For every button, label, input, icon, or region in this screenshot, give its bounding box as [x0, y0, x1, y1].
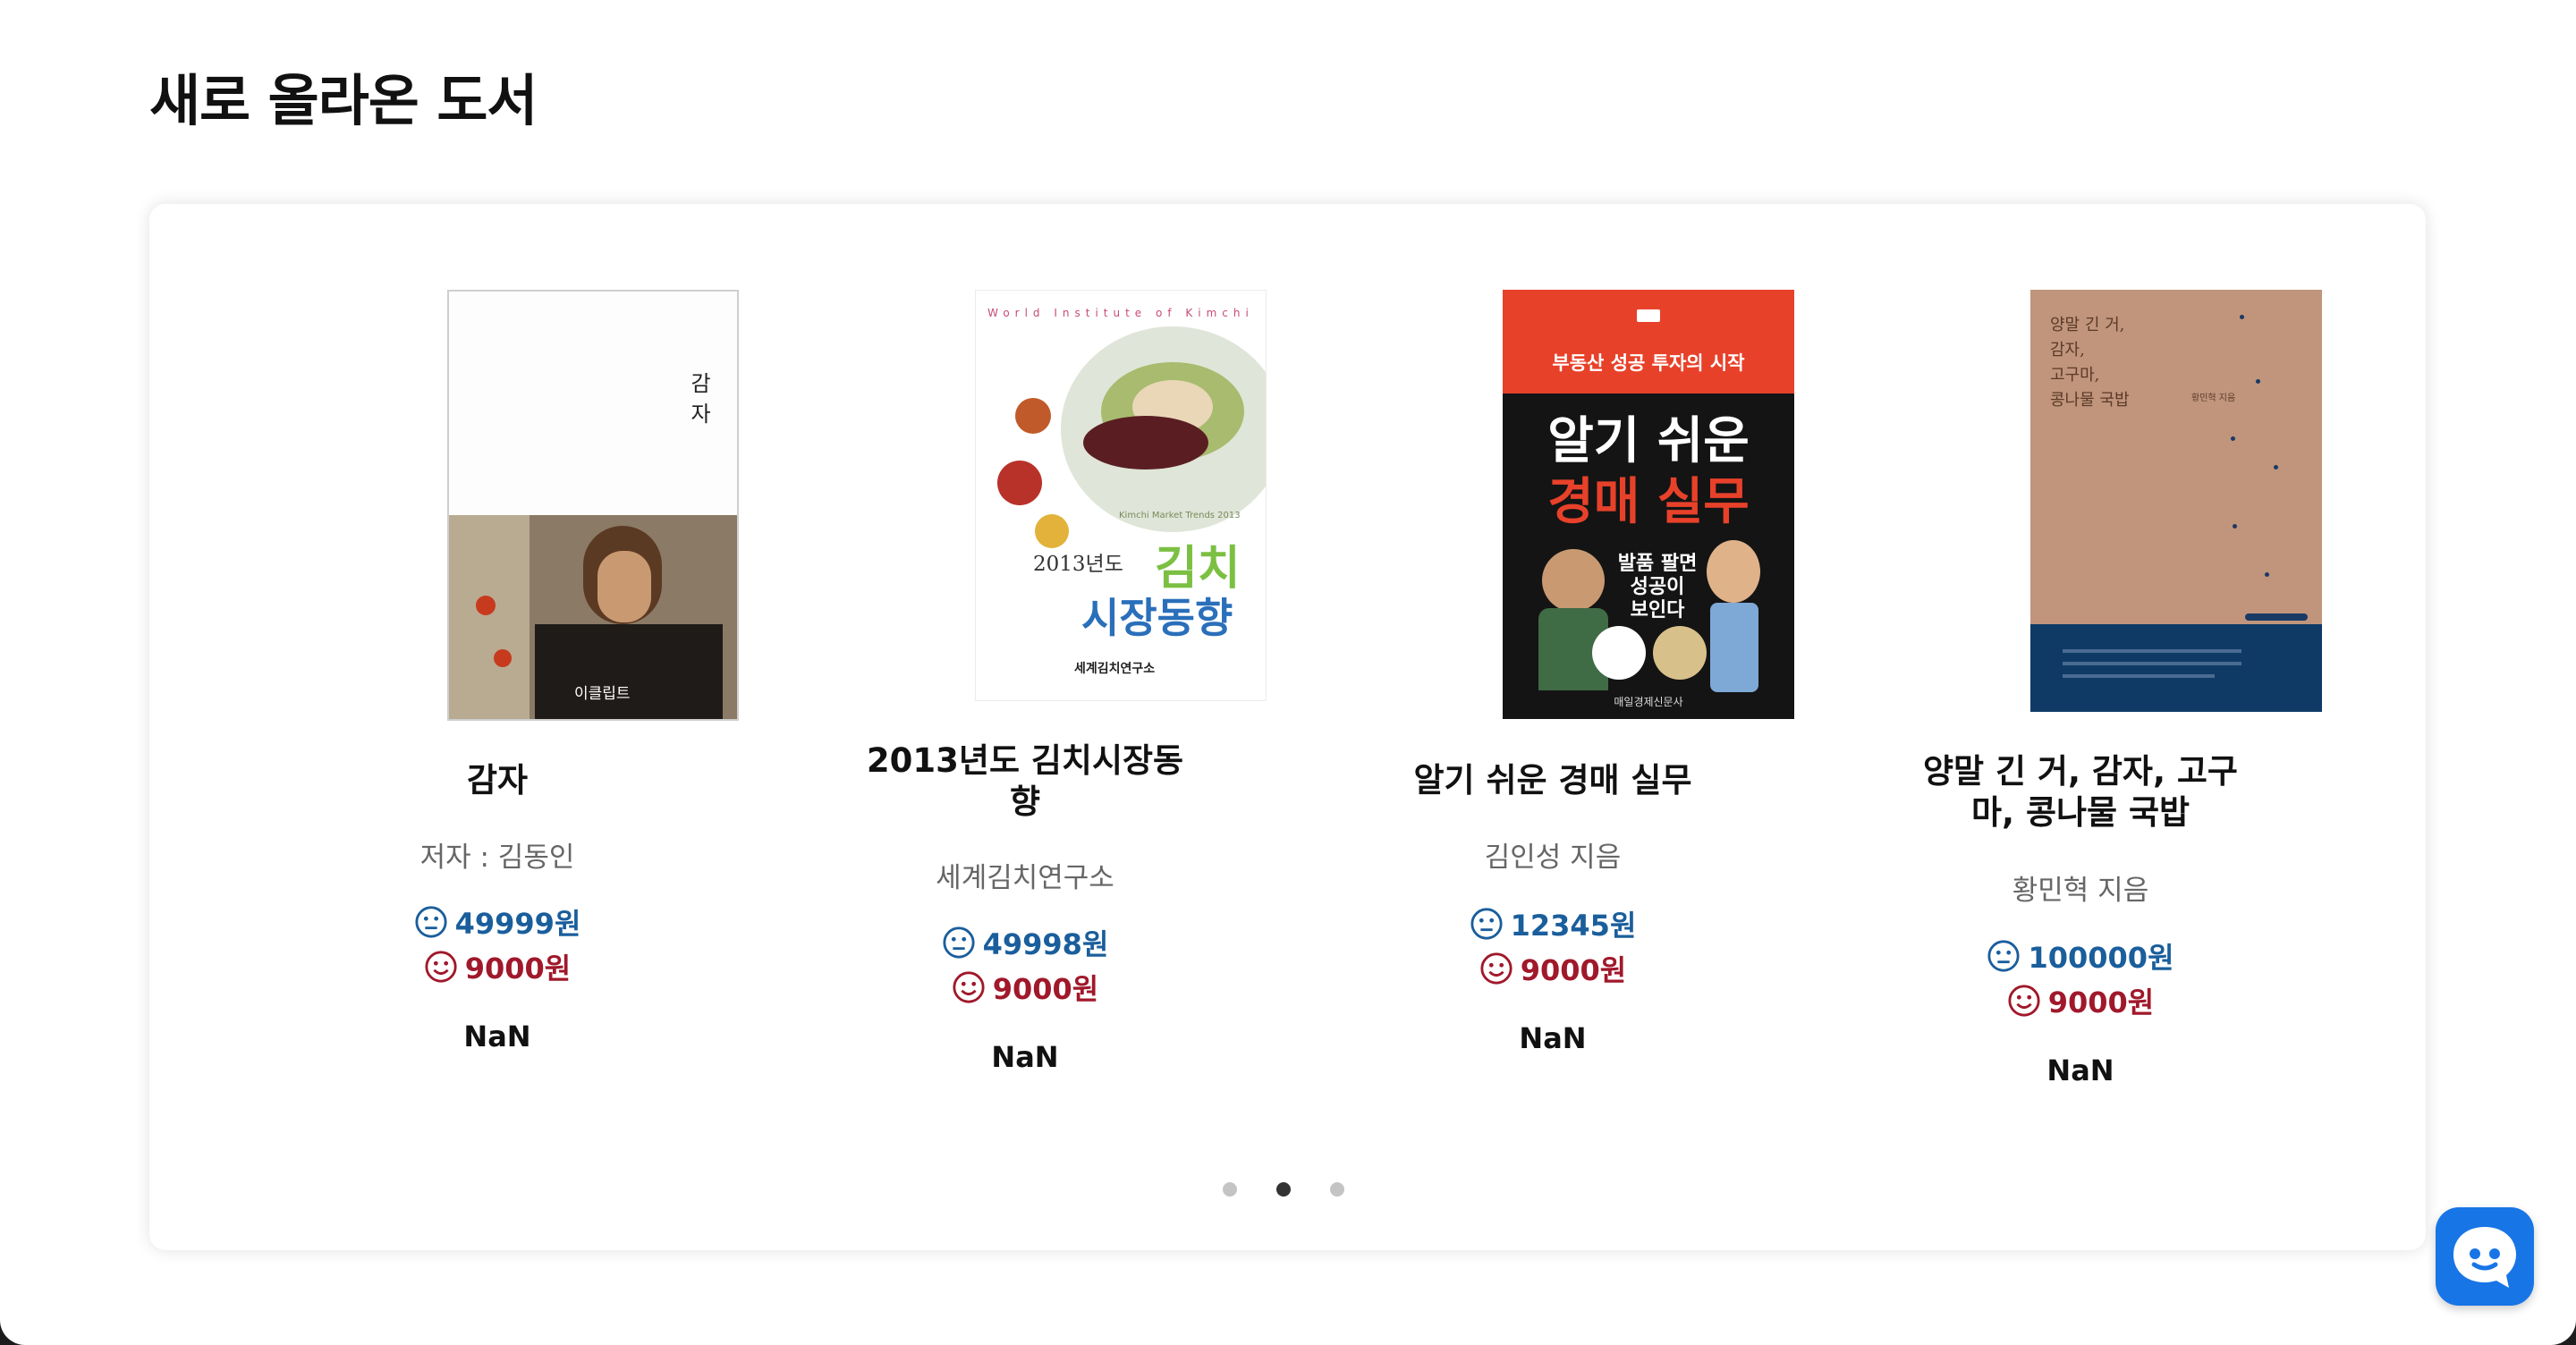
- list-price: 49998원: [775, 922, 1275, 963]
- smiley-face-icon: [2008, 985, 2040, 1017]
- sale-price-value: 9000원: [1520, 953, 1627, 987]
- book-card[interactable]: 양말 긴 거, 감자, 고구마, 콩나물 국밥 황민혁 지음 양말 긴 거, 감…: [1830, 204, 2331, 1098]
- book-cover-kimchi[interactable]: World Institute of Kimchi Kimchi Market …: [975, 290, 1267, 701]
- book-cover-potato[interactable]: 감자 이클립트: [447, 290, 739, 721]
- list-price: 49999원: [247, 901, 748, 943]
- book-title[interactable]: 감자: [247, 760, 748, 801]
- book-author: 세계김치연구소: [936, 862, 1114, 894]
- list-price-value: 49998원: [982, 927, 1109, 961]
- list-price-value: 12345원: [1510, 909, 1637, 943]
- book-carousel: 감자 이클립트 감자 저자 : 김동인 49999원 9000원 NaN Wor…: [149, 204, 2426, 1250]
- neutral-face-icon: [943, 926, 975, 959]
- cover-publisher: 세계김치연구소: [1074, 662, 1156, 676]
- carousel-dot-2[interactable]: [1276, 1182, 1291, 1197]
- cover-year-text: 2013년도: [1033, 553, 1123, 576]
- book-cover-auction[interactable]: 부동산 성공 투자의 시작 알기 쉬운 경매 실무 발품 팔면 성공이 보인다 …: [1503, 290, 1794, 719]
- cover-title-text: 감자: [686, 372, 711, 433]
- cover-top-text: World Institute of Kimchi: [987, 307, 1254, 319]
- cover-line3: 고구마,: [2050, 366, 2100, 385]
- sale-price: 9000원: [1830, 980, 2331, 1021]
- section-title: 새로 올라온 도서: [149, 68, 538, 133]
- rating: NaN: [1519, 1021, 1587, 1055]
- book-author: 황민혁 지음: [2012, 875, 2149, 907]
- sale-price-value: 9000원: [2047, 985, 2155, 1019]
- neutral-face-icon: [1987, 940, 2021, 972]
- cover-line1: 양말 긴 거,: [2050, 316, 2125, 334]
- cover-banner: 부동산 성공 투자의 시작: [1552, 352, 1745, 374]
- list-price: 12345원: [1302, 903, 1803, 944]
- book-card[interactable]: 부동산 성공 투자의 시작 알기 쉬운 경매 실무 발품 팔면 성공이 보인다 …: [1302, 204, 1803, 1098]
- book-title[interactable]: 2013년도 김치시장동향: [775, 740, 1275, 823]
- sale-price: 9000원: [247, 946, 748, 987]
- carousel-dot-3[interactable]: [1330, 1182, 1344, 1197]
- sale-price: 9000원: [1302, 948, 1803, 989]
- smiley-face-icon: [425, 951, 457, 983]
- cover-author-small: 황민혁 지음: [2191, 393, 2236, 403]
- neutral-face-icon: [1470, 908, 1503, 940]
- cover-bubble-line1: 발품 팔면: [1617, 553, 1698, 575]
- book-card[interactable]: World Institute of Kimchi Kimchi Market …: [775, 204, 1275, 1098]
- book-author: 김인성 지음: [1484, 842, 1622, 874]
- rating: NaN: [2046, 1053, 2114, 1087]
- sale-price-value: 9000원: [464, 952, 572, 985]
- book-title[interactable]: 알기 쉬운 경매 실무: [1302, 760, 1803, 801]
- book-cover-socks[interactable]: 양말 긴 거, 감자, 고구마, 콩나물 국밥 황민혁 지음: [2030, 290, 2322, 712]
- rating: NaN: [991, 1040, 1059, 1074]
- cover-publisher: 이클립트: [574, 685, 631, 703]
- gavel-icon: [1637, 309, 1660, 322]
- book-title[interactable]: 양말 긴 거, 감자, 고구마, 콩나물 국밥: [1830, 751, 2331, 833]
- cover-bubble-line2: 성공이: [1630, 576, 1685, 598]
- carousel-dot-1[interactable]: [1223, 1182, 1237, 1197]
- cover-line2: 감자,: [2050, 341, 2085, 360]
- cover-sub-text: Kimchi Market Trends 2013: [1119, 511, 1241, 520]
- cover-line4: 콩나물 국밥: [2050, 391, 2130, 410]
- smiley-face-icon: [1480, 952, 1513, 985]
- list-price-value: 100000원: [2028, 941, 2174, 975]
- book-author: 저자 : 김동인: [419, 842, 575, 874]
- neutral-face-icon: [415, 906, 447, 938]
- smiley-face-icon: [953, 971, 985, 1003]
- book-card[interactable]: 감자 이클립트 감자 저자 : 김동인 49999원 9000원 NaN: [247, 204, 748, 1098]
- cover-title-line2: 경매 실무: [1547, 473, 1750, 531]
- cover-bubble-line3: 보인다: [1630, 599, 1685, 622]
- cover-bubble: 발품 팔면 성공이 보인다: [1610, 553, 1705, 622]
- page: 새로 올라온 도서 감자 이클립트 감자 저자 : 김동인 49999원 900…: [0, 0, 2576, 1345]
- list-price-value: 49999원: [454, 907, 581, 941]
- sale-price: 9000원: [775, 967, 1275, 1008]
- chat-button[interactable]: [2436, 1207, 2534, 1306]
- chat-bubble-icon: [2453, 1227, 2516, 1288]
- rating: NaN: [463, 1019, 531, 1053]
- cover-title-line2: 시장동향: [1081, 594, 1233, 642]
- sale-price-value: 9000원: [992, 972, 1099, 1006]
- cover-publisher: 매일경제신문사: [1614, 696, 1683, 708]
- list-price: 100000원: [1830, 935, 2331, 977]
